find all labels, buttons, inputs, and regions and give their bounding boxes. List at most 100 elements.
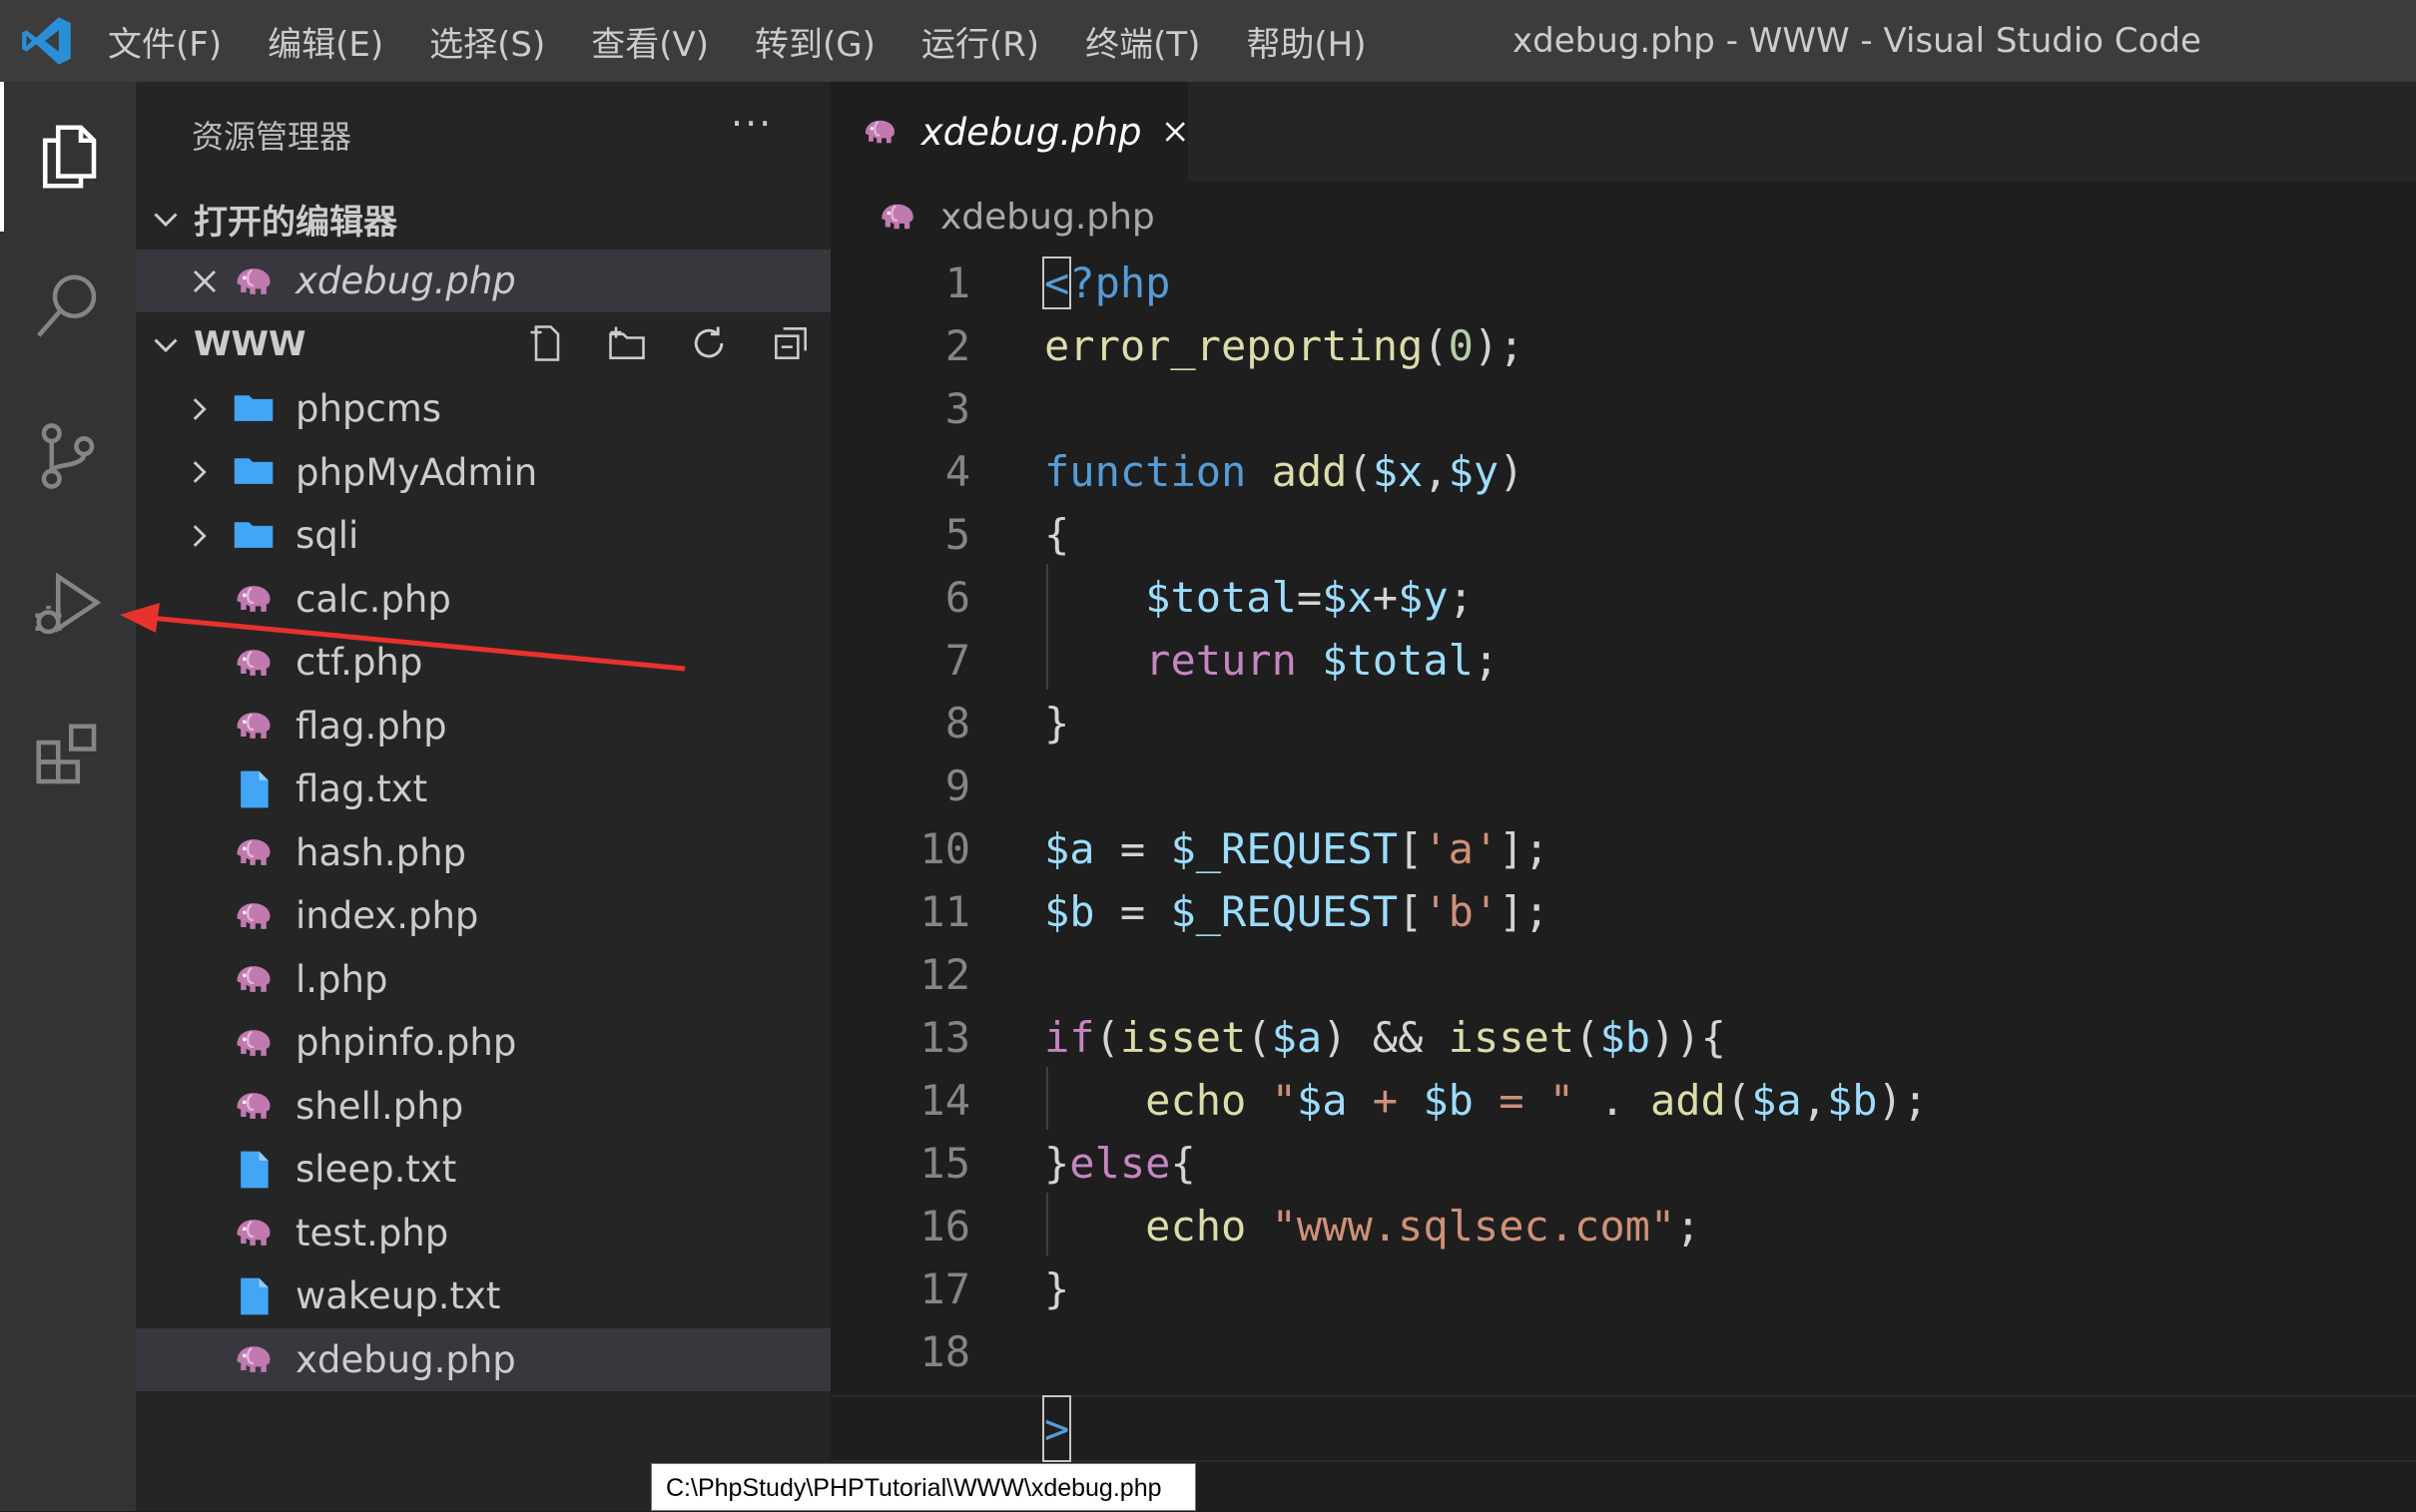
- code-text: {: [1044, 510, 1070, 559]
- search-button[interactable]: [0, 232, 136, 381]
- chevron-down-icon: [154, 213, 178, 228]
- breadcrumb[interactable]: xdebug.php: [831, 182, 2416, 252]
- code-line[interactable]: 15}else{: [831, 1132, 2416, 1195]
- code-line[interactable]: 11 $b = $_REQUEST['b'];: [831, 880, 2416, 943]
- code-line[interactable]: 13 if(isset($a) && isset($b)){: [831, 1006, 2416, 1069]
- php-elephant-icon: [232, 1021, 276, 1065]
- code-line[interactable]: 2 error_reporting(0);: [831, 314, 2416, 377]
- code-text: return $total;: [1145, 636, 1500, 685]
- tree-item-label: l.php: [296, 957, 388, 1001]
- php-elephant-icon: [232, 1084, 276, 1128]
- tree-item-label: index.php: [296, 894, 479, 937]
- tree-item[interactable]: l.php: [136, 948, 831, 1011]
- tree-item-label: hash.php: [296, 830, 467, 874]
- code-line[interactable]: 4 function add($x,$y): [831, 440, 2416, 503]
- folder-icon: [234, 394, 274, 421]
- tree-item[interactable]: wakeup.txt: [136, 1264, 831, 1327]
- code-line[interactable]: 5{: [831, 503, 2416, 566]
- php-elephant-icon: [232, 1211, 276, 1255]
- current-line[interactable]: >: [831, 1395, 2416, 1462]
- open-editors-header[interactable]: 打开的编辑器: [136, 188, 831, 250]
- tree-item[interactable]: phpMyAdmin: [136, 441, 831, 504]
- code-text: }: [1044, 1264, 1070, 1313]
- tree-item[interactable]: flag.txt: [136, 757, 831, 820]
- open-editor-item[interactable]: xdebug.php: [136, 250, 831, 312]
- close-icon[interactable]: [1162, 117, 1188, 147]
- menu-item[interactable]: 编辑(E): [268, 17, 383, 66]
- tree-item[interactable]: xdebug.php: [136, 1327, 831, 1391]
- tab-label: xdebug.php: [920, 110, 1142, 154]
- new-folder-icon[interactable]: [605, 321, 649, 365]
- run-debug-button[interactable]: [0, 531, 136, 681]
- tree-item[interactable]: flag.php: [136, 695, 831, 757]
- php-elephant-icon: [232, 704, 276, 748]
- code-line[interactable]: 17}: [831, 1258, 2416, 1320]
- more-actions-button[interactable]: ···: [731, 102, 773, 146]
- code-text: if(isset($a) && isset($b)){: [1044, 1013, 1726, 1062]
- tab-xdebug[interactable]: xdebug.php: [831, 82, 1188, 182]
- search-icon: [37, 274, 97, 337]
- collapse-all-icon[interactable]: [769, 321, 813, 365]
- cursor-char: >: [1041, 1395, 1072, 1462]
- menu-item[interactable]: 帮助(H): [1246, 17, 1366, 66]
- line-number: 13: [919, 1013, 970, 1062]
- extensions-icon: [36, 724, 97, 784]
- code-line[interactable]: 12: [831, 943, 2416, 1006]
- menu-item[interactable]: 终端(T): [1085, 17, 1200, 66]
- php-elephant-icon: [232, 577, 276, 621]
- tree-item[interactable]: hash.php: [136, 821, 831, 884]
- line-number: 2: [944, 321, 970, 370]
- activity-bar: [0, 82, 136, 1511]
- code-text: $total=$x+$y;: [1145, 573, 1474, 622]
- new-file-icon[interactable]: [525, 321, 569, 365]
- code-line[interactable]: 18: [831, 1320, 2416, 1383]
- code-line[interactable]: 7 return $total;: [831, 629, 2416, 692]
- tree-item-label: phpcms: [296, 387, 442, 430]
- code-line[interactable]: 3: [831, 377, 2416, 440]
- refresh-icon[interactable]: [687, 321, 731, 365]
- line-number: 17: [919, 1264, 970, 1313]
- explorer-button[interactable]: [0, 82, 136, 232]
- tree-item[interactable]: shell.php: [136, 1075, 831, 1138]
- code-line[interactable]: 1 <?php: [831, 252, 2416, 314]
- php-elephant-icon: [232, 1337, 276, 1381]
- tree-item[interactable]: sleep.txt: [136, 1138, 831, 1201]
- code-line[interactable]: 6 $total=$x+$y;: [831, 566, 2416, 629]
- window-title: xdebug.php - WWW - Visual Studio Code: [1512, 21, 2201, 61]
- code-text: function add($x,$y): [1044, 447, 1524, 496]
- menu-item[interactable]: 运行(R): [921, 17, 1039, 66]
- code-line[interactable]: 9: [831, 755, 2416, 817]
- source-control-button[interactable]: [0, 381, 136, 531]
- tree-item[interactable]: test.php: [136, 1202, 831, 1264]
- tree-item[interactable]: phpcms: [136, 377, 831, 440]
- code-line[interactable]: 16 echo "www.sqlsec.com";: [831, 1195, 2416, 1258]
- tree-item[interactable]: sqli: [136, 504, 831, 567]
- menu-item[interactable]: 转到(G): [755, 17, 876, 66]
- code-editor[interactable]: 1 <?php 2 error_reporting(0); 3 4 function add…: [831, 252, 2416, 1511]
- menu-item[interactable]: 查看(V): [591, 17, 709, 66]
- close-icon[interactable]: [190, 266, 220, 296]
- menu-item[interactable]: 文件(F): [108, 17, 222, 66]
- code-line[interactable]: 14 echo "$a + $b = " . add($a,$b);: [831, 1069, 2416, 1132]
- tree-item[interactable]: index.php: [136, 884, 831, 947]
- code-text: echo "$a + $b = " . add($a,$b);: [1145, 1076, 1929, 1125]
- tree-item-label: ctf.php: [296, 641, 423, 684]
- line-number: 9: [944, 761, 970, 810]
- line-number: 3: [944, 384, 970, 433]
- line-number: 12: [919, 950, 970, 999]
- tree-item-label: sqli: [296, 514, 359, 557]
- vscode-logo-icon: [22, 17, 71, 65]
- tree-item[interactable]: ctf.php: [136, 631, 831, 694]
- tree-item[interactable]: calc.php: [136, 568, 831, 631]
- extensions-button[interactable]: [0, 681, 136, 830]
- line-number: 1: [944, 258, 970, 307]
- code-line[interactable]: 8}: [831, 692, 2416, 755]
- code-line[interactable]: 10 $a = $_REQUEST['a'];: [831, 817, 2416, 880]
- menu-item[interactable]: 选择(S): [429, 17, 545, 66]
- line-number: 10: [919, 824, 970, 873]
- tree-item[interactable]: phpinfo.php: [136, 1011, 831, 1074]
- title-bar: 文件(F) 编辑(E) 选择(S) 查看(V) 转到(G) 运行(R) 终端(T) 帮助(H)…: [0, 0, 2416, 82]
- line-number: 16: [919, 1202, 970, 1251]
- line-number: 7: [944, 636, 970, 685]
- chevron-down-icon: [154, 338, 178, 353]
